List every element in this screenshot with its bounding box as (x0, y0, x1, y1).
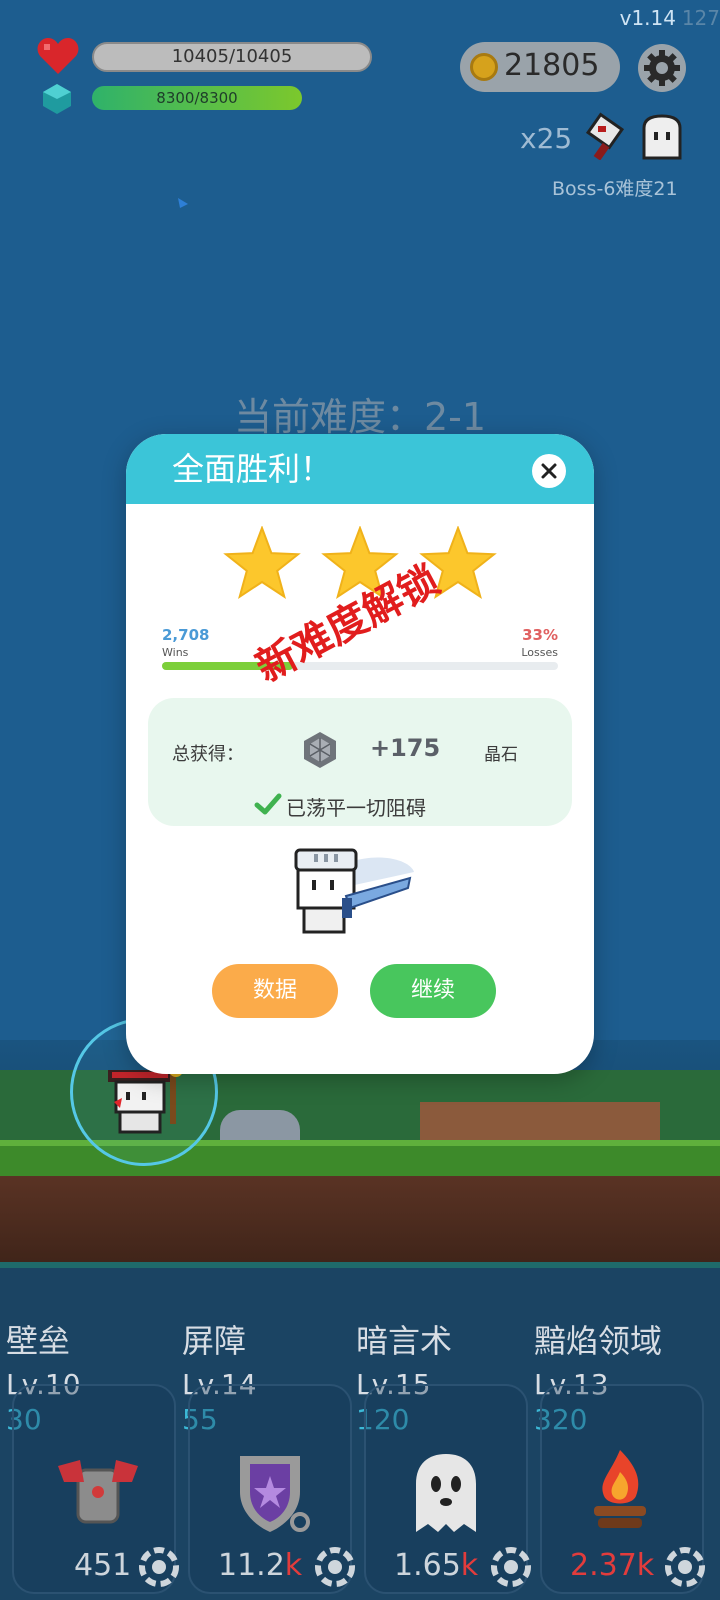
reward-panel: 总获得： +175 晶石 已荡平一切阻碍 (148, 698, 572, 826)
upgrade-swirl-icon[interactable] (314, 1546, 356, 1588)
coin-counter: 21805 (460, 42, 620, 92)
power-number: 451 (74, 1548, 132, 1583)
skill-power-dark-flame-field: 2.37k (570, 1548, 654, 1583)
upgrade-swirl-icon[interactable] (664, 1546, 706, 1588)
star-icon (223, 526, 301, 599)
cleaver-icon (585, 112, 625, 160)
mana-crystal-icon (43, 84, 71, 114)
stats-button[interactable]: 数据 (212, 964, 338, 1018)
skill-name: 黯焰领域 (534, 1322, 663, 1360)
losses-label: Losses (521, 646, 558, 659)
armor-icon (58, 1460, 138, 1524)
upgrade-swirl-icon[interactable] (138, 1546, 180, 1588)
ghost-boss-icon (642, 114, 682, 160)
upgrade-swirl-icon[interactable] (490, 1546, 532, 1588)
ghost-icon (416, 1454, 476, 1532)
skill-power-bulwark: 451 (74, 1548, 131, 1583)
power-number: 1.65 (394, 1548, 461, 1583)
background-fence (420, 1102, 660, 1142)
reward-label: 总获得： (172, 744, 244, 765)
check-icon (254, 793, 282, 815)
win-progress-bar (162, 662, 558, 670)
skill-power-barrier: 11.2k (218, 1548, 302, 1583)
skill-name: 屏障 (182, 1322, 247, 1360)
power-number: 11.2 (218, 1548, 285, 1583)
power-unit: k (460, 1548, 479, 1583)
knight-character (294, 848, 414, 934)
wins-value: 2,708 (162, 626, 210, 644)
continue-button[interactable]: 继续 (370, 964, 496, 1018)
skill-name: 暗言术 (356, 1322, 453, 1360)
gear-icon (644, 50, 680, 86)
mana-text: 8300/8300 (156, 89, 238, 107)
reward-unit: 晶石 (484, 745, 518, 765)
reward-value: +175 (370, 734, 441, 762)
crystal-icon (304, 732, 336, 768)
projectile-blue (178, 198, 188, 208)
hero-character (108, 1064, 183, 1134)
shield-icon (240, 1456, 310, 1532)
wins-label: Wins (162, 646, 189, 659)
settings-button[interactable] (638, 44, 686, 92)
coin-value: 21805 (504, 48, 600, 83)
skill-name: 壁垒 (6, 1322, 71, 1360)
hp-text: 10405/10405 (171, 46, 293, 67)
current-difficulty: 当前难度：2-1 (233, 395, 487, 439)
version-ghost-label: 127 (681, 6, 720, 30)
close-button[interactable] (532, 454, 566, 488)
power-unit: k (636, 1548, 655, 1583)
cleared-message: 已荡平一切阻碍 (286, 796, 426, 820)
boss-difficulty-label: Boss-6难度21 (552, 178, 678, 200)
losses-value: 33% (522, 626, 558, 644)
dirt-layer (0, 1176, 720, 1266)
power-unit: k (284, 1548, 303, 1583)
dialog-title: 全面胜利！ (172, 450, 333, 488)
skill-power-shadow-word: 1.65k (394, 1548, 478, 1583)
power-number: 2.37 (570, 1548, 637, 1583)
boss-kill-count: x25 (520, 122, 573, 155)
mana-bar: 8300/8300 (92, 86, 302, 110)
version-label: v1.14 (619, 6, 676, 30)
close-icon (541, 463, 557, 479)
victory-dialog: 全面胜利！ 2,708 Wins 33% Losses 总获得： +175 晶石… (126, 434, 594, 1074)
campfire-icon (594, 1450, 646, 1528)
heart-icon (37, 38, 79, 74)
coin-icon (470, 53, 498, 81)
hp-bar: 10405/10405 (92, 42, 372, 72)
